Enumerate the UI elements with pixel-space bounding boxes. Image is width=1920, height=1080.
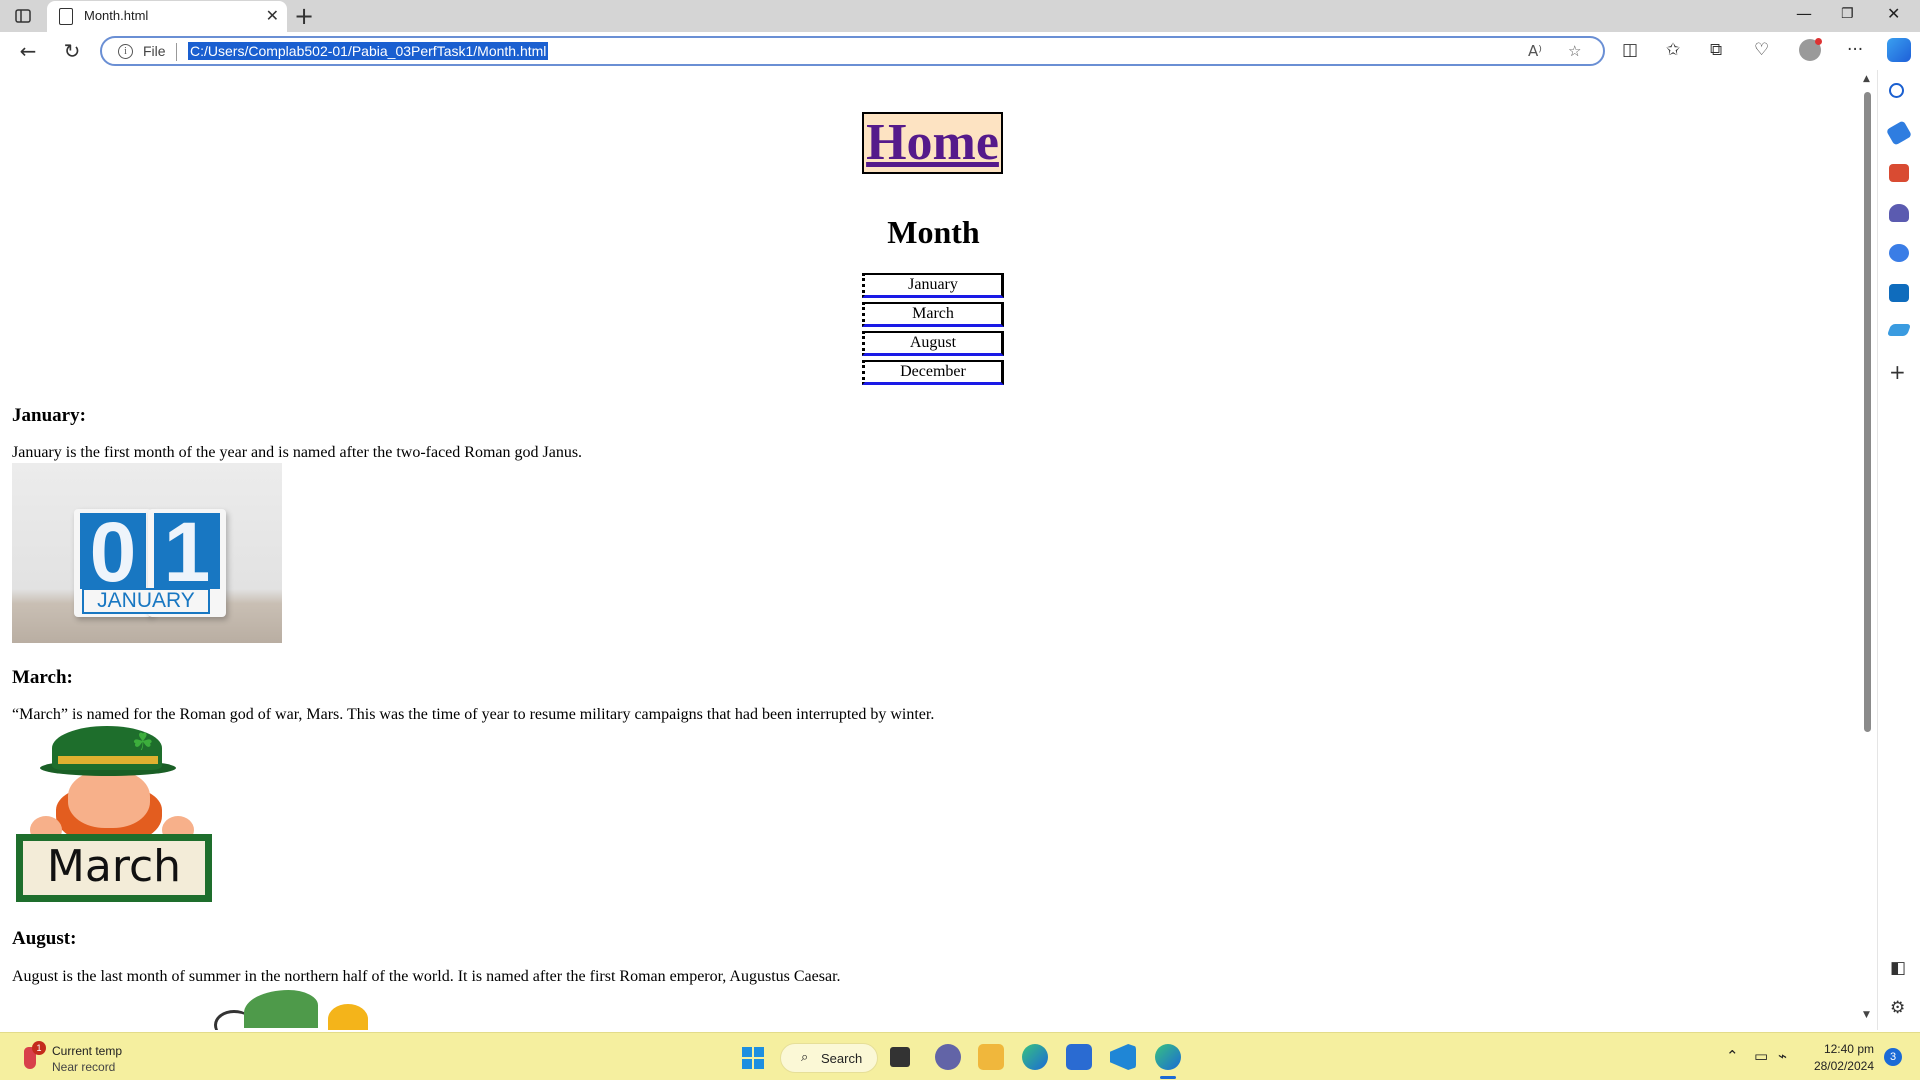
scroll-up-icon[interactable]: ▲ (1863, 74, 1870, 84)
march-sign: March (16, 834, 212, 902)
calendar-month-label: JANUARY (82, 588, 210, 614)
network-icon[interactable]: ⌁ (1778, 1047, 1787, 1065)
january-text: January is the first month of the year a… (12, 444, 583, 461)
store-icon[interactable] (1066, 1044, 1092, 1070)
sidebar-settings-icon[interactable]: ⚙ (1890, 998, 1905, 1018)
more-options-icon[interactable]: ··· (1847, 40, 1863, 60)
sidebar-hide-icon[interactable]: ◧ (1890, 958, 1906, 978)
sidebar-office-icon[interactable] (1889, 244, 1909, 262)
calendar-digit-1: 1 (154, 510, 220, 594)
profile-alert-dot (1815, 38, 1822, 45)
edge-icon[interactable] (1022, 1044, 1048, 1070)
taskbar-search[interactable]: ⌕ Search (780, 1043, 878, 1073)
sidebar-games-icon[interactable] (1889, 204, 1909, 222)
nav-december-button[interactable]: December (862, 360, 1004, 385)
file-explorer-icon[interactable] (978, 1044, 1004, 1070)
search-icon: ⌕ (801, 1050, 809, 1065)
sunflower-leaf (244, 990, 318, 1028)
close-window-icon[interactable]: ✕ (1887, 4, 1900, 23)
march-leprechaun-image: ☘ March (12, 726, 212, 902)
notification-badge[interactable]: 3 (1884, 1048, 1902, 1066)
edge-sidebar: + ◧ ⚙ (1877, 70, 1920, 1030)
weather-subtitle[interactable]: Near record (52, 1060, 115, 1074)
sidebar-outlook-icon[interactable] (1889, 284, 1909, 302)
tab-title: Month.html (84, 8, 149, 23)
omnibox-divider (176, 43, 177, 61)
page-title: Month (887, 214, 980, 250)
leprechaun-hat-band (58, 756, 158, 764)
copilot-icon[interactable] (1887, 38, 1911, 62)
january-heading: January: (12, 405, 86, 426)
read-aloud-icon[interactable]: A⁾ (1528, 42, 1542, 60)
split-screen-icon[interactable]: ◫ (1622, 40, 1638, 60)
active-tab[interactable]: Month.html ✕ (47, 1, 287, 32)
august-text: August is the last month of summer in th… (12, 968, 841, 985)
new-tab-icon[interactable]: + (294, 2, 314, 30)
back-icon[interactable]: ← (14, 38, 42, 66)
page-icon (59, 8, 73, 25)
page-scrollbar[interactable]: ▲ ▼ (1862, 74, 1872, 1024)
clover-icon: ☘ (132, 728, 154, 756)
teams-chat-icon[interactable] (935, 1044, 961, 1070)
file-label: File (143, 43, 166, 59)
collections-icon[interactable]: ⧉ (1710, 40, 1722, 60)
clock-date[interactable]: 28/02/2024 (1808, 1059, 1874, 1073)
tab-actions-icon[interactable] (12, 6, 34, 26)
sunflower-petal (328, 1004, 368, 1030)
favorite-star-icon[interactable]: ☆ (1568, 42, 1581, 60)
browser-essentials-icon[interactable]: ♡ (1754, 40, 1769, 60)
sidebar-shopping-icon[interactable] (1885, 120, 1913, 146)
info-icon[interactable]: i (118, 44, 133, 59)
calendar-digit-0: 0 (80, 510, 146, 594)
home-link[interactable]: Home (866, 114, 999, 171)
march-heading: March: (12, 667, 73, 688)
start-windows-icon[interactable] (742, 1047, 764, 1069)
edge-active-icon[interactable] (1155, 1044, 1181, 1070)
january-calendar-image: 0 1 JANUARY (12, 463, 282, 643)
month-nav: January March August December (862, 273, 1004, 389)
search-label: Search (821, 1051, 863, 1066)
sidebar-tools-icon[interactable] (1889, 164, 1909, 182)
page-viewport: Home Month January March August December… (4, 70, 1863, 1030)
scroll-down-icon[interactable]: ▼ (1863, 1010, 1870, 1020)
refresh-icon[interactable]: ↻ (58, 38, 86, 66)
close-tab-icon[interactable]: ✕ (266, 6, 279, 25)
nav-january-button[interactable]: January (862, 273, 1004, 298)
vscode-icon[interactable] (1110, 1044, 1136, 1070)
nav-march-button[interactable]: March (862, 302, 1004, 327)
address-bar[interactable]: i File C:/Users/Complab502-01/Pabia_03Pe… (100, 36, 1605, 66)
august-heading: August: (12, 928, 77, 949)
favorites-icon[interactable]: ✩ (1666, 40, 1680, 60)
restore-icon[interactable]: ❐ (1841, 6, 1854, 22)
home-link-box: Home (862, 112, 1003, 174)
leprechaun-face (68, 770, 150, 828)
browser-toolbar: ← ↻ i File C:/Users/Complab502-01/Pabia_… (0, 32, 1920, 70)
scroll-thumb[interactable] (1864, 92, 1871, 732)
weather-badge: 1 (32, 1041, 46, 1055)
minimize-icon[interactable]: — (1796, 4, 1812, 23)
display-icon[interactable]: ▭ (1754, 1047, 1768, 1065)
url-text[interactable]: C:/Users/Complab502-01/Pabia_03PerfTask1… (188, 42, 549, 60)
sidebar-add-icon[interactable]: + (1889, 360, 1906, 384)
august-sunflower-image (210, 990, 390, 1030)
task-view-icon[interactable] (890, 1047, 910, 1067)
clock-time[interactable]: 12:40 pm (1822, 1042, 1874, 1056)
weather-title[interactable]: Current temp (52, 1044, 122, 1058)
sidebar-drop-icon[interactable] (1886, 324, 1912, 336)
chevron-up-icon[interactable]: ⌃ (1726, 1047, 1739, 1065)
taskbar: 1 Current temp Near record ⌕ Search ⌃ ▭ … (0, 1032, 1920, 1080)
sidebar-search-icon[interactable] (1889, 83, 1904, 98)
active-app-indicator (1160, 1076, 1176, 1079)
nav-august-button[interactable]: August (862, 331, 1004, 356)
tab-bar: Month.html ✕ + — ❐ ✕ (0, 0, 1920, 32)
march-text: “March” is named for the Roman god of wa… (12, 706, 935, 723)
